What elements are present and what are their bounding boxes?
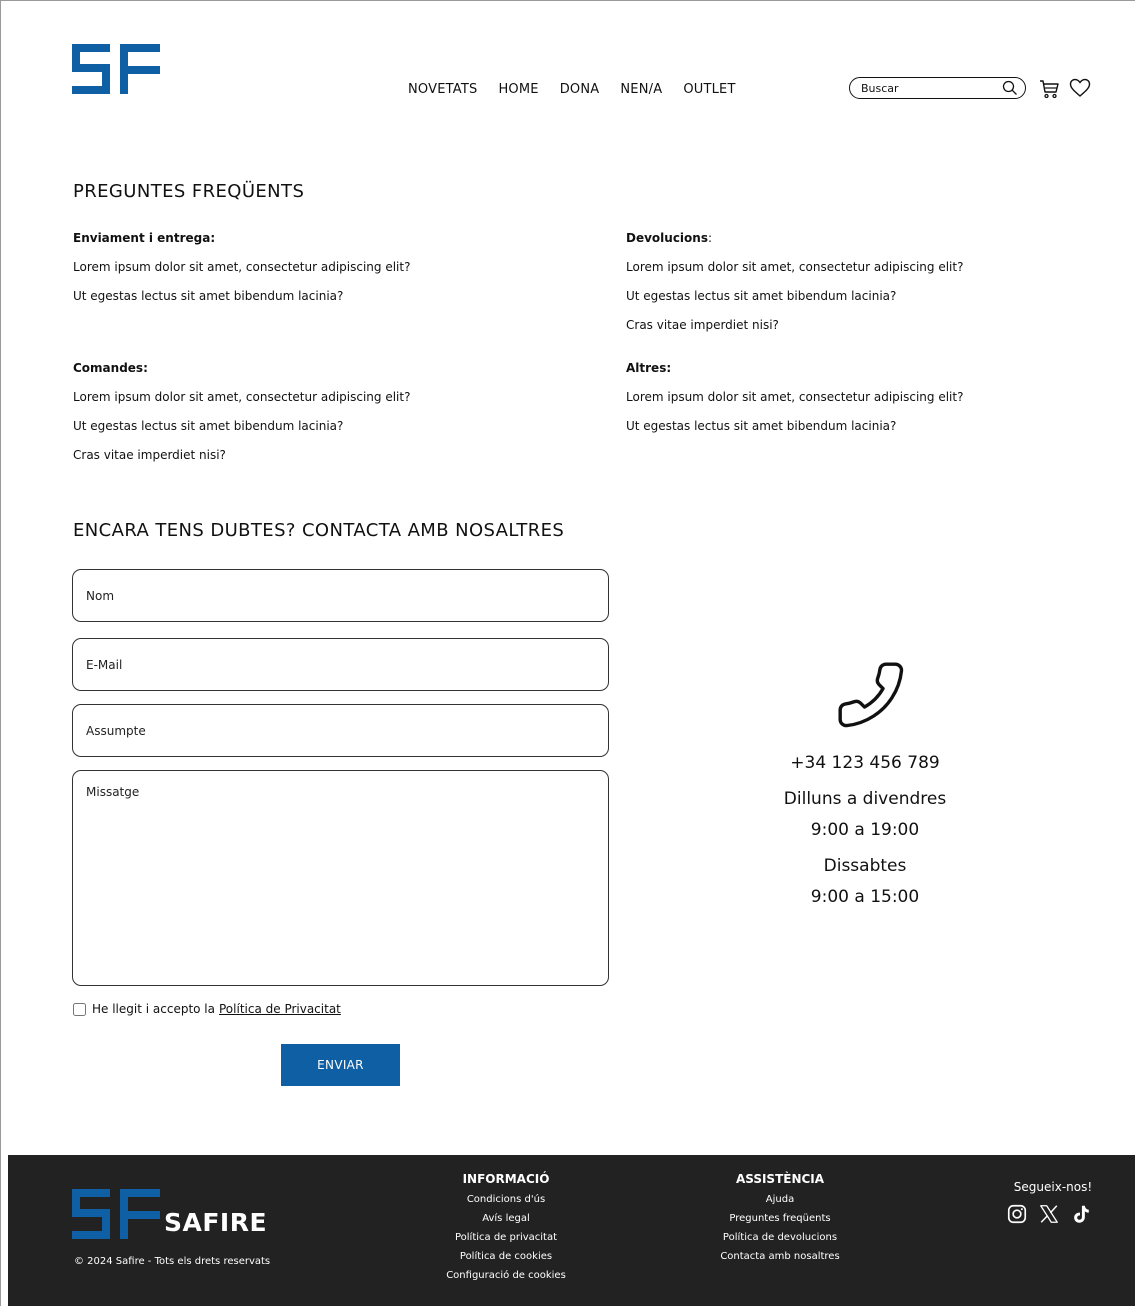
footer-link-faq[interactable]: Preguntes freqüents bbox=[690, 1209, 870, 1228]
tiktok-icon[interactable] bbox=[1070, 1203, 1092, 1225]
footer-link-terms[interactable]: Condicions d'ús bbox=[416, 1190, 596, 1209]
faq-question[interactable]: Cras vitae imperdiet nisi? bbox=[626, 311, 963, 340]
faq-title: PREGUNTES FREQÜENTS bbox=[73, 181, 305, 202]
footer-info-title: INFORMACIÓ bbox=[462, 1172, 550, 1186]
faq-question[interactable]: Ut egestas lectus sit amet bibendum laci… bbox=[626, 282, 963, 311]
faq-section-shipping: Enviament i entrega: Lorem ipsum dolor s… bbox=[73, 224, 410, 311]
faq-section-returns: Devolucions: Lorem ipsum dolor sit amet,… bbox=[626, 224, 963, 340]
footer-link-contact[interactable]: Contacta amb nosaltres bbox=[690, 1247, 870, 1266]
faq-question[interactable]: Lorem ipsum dolor sit amet, consectetur … bbox=[626, 253, 963, 282]
site-footer: SAFIRE © 2024 Safire - Tots els drets re… bbox=[8, 1155, 1135, 1306]
footer-link-help[interactable]: Ajuda bbox=[690, 1190, 870, 1209]
search-box bbox=[849, 77, 1026, 99]
email-field[interactable] bbox=[73, 639, 608, 690]
privacy-checkbox[interactable] bbox=[73, 1002, 86, 1016]
nav-item-novetats[interactable]: NOVETATS bbox=[408, 82, 477, 97]
faq-question[interactable]: Ut egestas lectus sit amet bibendum laci… bbox=[73, 412, 410, 441]
nav-item-home[interactable]: HOME bbox=[498, 82, 538, 97]
privacy-policy-link[interactable]: Política de Privacitat bbox=[219, 1002, 341, 1016]
footer-link-privacy[interactable]: Política de privacitat bbox=[416, 1228, 596, 1247]
faq-section-orders: Comandes: Lorem ipsum dolor sit amet, co… bbox=[73, 354, 410, 470]
name-field[interactable] bbox=[73, 570, 608, 621]
faq-question[interactable]: Lorem ipsum dolor sit amet, consectetur … bbox=[626, 383, 963, 412]
cart-icon[interactable] bbox=[1038, 78, 1060, 100]
follow-label: Segueix-nos! bbox=[1013, 1180, 1093, 1194]
hours-saturday-time: 9:00 a 15:00 bbox=[810, 887, 920, 907]
faq-section-title: Enviament i entrega: bbox=[73, 231, 216, 245]
x-icon[interactable] bbox=[1038, 1203, 1060, 1225]
phone-icon bbox=[838, 662, 904, 728]
heart-icon[interactable] bbox=[1069, 78, 1091, 98]
message-field[interactable] bbox=[73, 771, 608, 985]
faq-section-other: Altres: Lorem ipsum dolor sit amet, cons… bbox=[626, 354, 963, 441]
footer-info-column: INFORMACIÓ Condicions d'ús Avís legal Po… bbox=[416, 1171, 596, 1285]
nav-item-dona[interactable]: DONA bbox=[560, 82, 600, 97]
hours-weekdays-time: 9:00 a 19:00 bbox=[810, 820, 920, 840]
hours-weekdays-label: Dilluns a divendres bbox=[783, 789, 947, 809]
faq-section-title: Altres: bbox=[626, 361, 672, 375]
footer-brand-name: SAFIRE bbox=[164, 1208, 268, 1237]
faq-question[interactable]: Ut egestas lectus sit amet bibendum laci… bbox=[626, 412, 963, 441]
send-button[interactable]: ENVIAR bbox=[281, 1044, 400, 1086]
faq-section-title: Comandes: bbox=[73, 361, 148, 375]
footer-logo[interactable] bbox=[72, 1189, 160, 1239]
contact-title: ENCARA TENS DUBTES? CONTACTA AMB NOSALTR… bbox=[73, 520, 565, 541]
message-field-wrapper bbox=[72, 770, 609, 986]
footer-link-cookies[interactable]: Política de cookies bbox=[416, 1247, 596, 1266]
contact-phone-number: +34 123 456 789 bbox=[790, 753, 940, 773]
social-links bbox=[1006, 1203, 1092, 1225]
consent-label: He llegit i accepto la bbox=[92, 1002, 215, 1016]
footer-support-title: ASSISTÈNCIA bbox=[735, 1172, 825, 1186]
faq-question[interactable]: Lorem ipsum dolor sit amet, consectetur … bbox=[73, 383, 410, 412]
copyright: © 2024 Safire - Tots els drets reservats bbox=[74, 1256, 271, 1267]
footer-support-column: ASSISTÈNCIA Ajuda Preguntes freqüents Po… bbox=[690, 1171, 870, 1266]
subject-field[interactable] bbox=[73, 705, 608, 756]
search-input[interactable] bbox=[861, 81, 1001, 95]
name-field-wrapper bbox=[72, 569, 609, 622]
faq-question[interactable]: Lorem ipsum dolor sit amet, consectetur … bbox=[73, 253, 410, 282]
faq-question[interactable]: Cras vitae imperdiet nisi? bbox=[73, 441, 410, 470]
main-nav: NOVETATS HOME DONA NEN/A OUTLET bbox=[408, 82, 736, 97]
footer-link-legal[interactable]: Avís legal bbox=[416, 1209, 596, 1228]
faq-question[interactable]: Ut egestas lectus sit amet bibendum laci… bbox=[73, 282, 410, 311]
privacy-consent: He llegit i accepto la Política de Priva… bbox=[73, 1002, 341, 1016]
footer-link-cookie-settings[interactable]: Configuració de cookies bbox=[416, 1266, 596, 1285]
brand-logo[interactable] bbox=[72, 44, 160, 94]
email-field-wrapper bbox=[72, 638, 609, 691]
footer-link-returns[interactable]: Política de devolucions bbox=[690, 1228, 870, 1247]
nav-item-nen-a[interactable]: NEN/A bbox=[620, 82, 662, 97]
search-icon[interactable] bbox=[1002, 80, 1018, 96]
nav-item-outlet[interactable]: OUTLET bbox=[683, 82, 735, 97]
faq-section-title: Devolucions: bbox=[626, 231, 713, 245]
subject-field-wrapper bbox=[72, 704, 609, 757]
hours-saturday-label: Dissabtes bbox=[823, 856, 907, 876]
instagram-icon[interactable] bbox=[1006, 1203, 1028, 1225]
